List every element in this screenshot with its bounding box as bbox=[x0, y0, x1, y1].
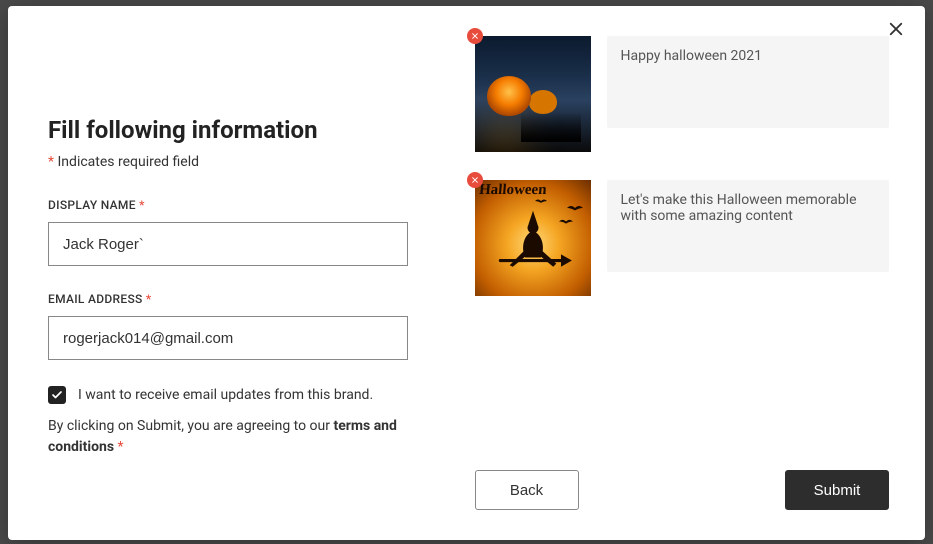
remove-preview-icon[interactable] bbox=[467, 28, 483, 44]
email-address-label: EMAIL ADDRESS * bbox=[48, 292, 417, 306]
terms-text: By clicking on Submit, you are agreeing … bbox=[48, 416, 417, 458]
witch-silhouette-icon bbox=[493, 203, 573, 273]
bat-icon bbox=[559, 218, 573, 225]
email-updates-label: I want to receive email updates from thi… bbox=[78, 387, 373, 403]
required-indicator-note: * Indicates required field bbox=[48, 154, 417, 170]
email-address-input[interactable] bbox=[48, 316, 408, 360]
display-name-input[interactable] bbox=[48, 222, 408, 266]
action-button-row: Back Submit bbox=[475, 450, 890, 510]
bat-icon bbox=[567, 204, 583, 212]
form-panel: Fill following information * Indicates r… bbox=[8, 6, 467, 540]
email-updates-checkbox[interactable] bbox=[48, 386, 66, 404]
preview-item: Happy halloween 2021 bbox=[475, 36, 890, 152]
preview-thumbnail: Halloween bbox=[475, 180, 591, 296]
display-name-label: DISPLAY NAME * bbox=[48, 198, 417, 212]
preview-caption[interactable]: Let's make this Halloween memorable with… bbox=[607, 180, 890, 272]
email-updates-checkbox-row: I want to receive email updates from thi… bbox=[48, 386, 417, 404]
bat-icon bbox=[535, 198, 547, 204]
asterisk-icon: * bbox=[146, 292, 152, 306]
preview-thumbnail bbox=[475, 36, 591, 152]
form-title: Fill following information bbox=[48, 116, 417, 144]
preview-item: Halloween Let's make this Hal bbox=[475, 180, 890, 296]
thumbnail-overlay-text: Halloween bbox=[478, 182, 547, 199]
preview-caption[interactable]: Happy halloween 2021 bbox=[607, 36, 890, 128]
back-button[interactable]: Back bbox=[475, 470, 579, 510]
remove-preview-icon[interactable] bbox=[467, 172, 483, 188]
submission-modal: Fill following information * Indicates r… bbox=[8, 6, 925, 540]
preview-panel: Happy halloween 2021 Halloween bbox=[467, 6, 926, 540]
asterisk-icon: * bbox=[139, 198, 145, 212]
submit-button[interactable]: Submit bbox=[785, 470, 889, 510]
